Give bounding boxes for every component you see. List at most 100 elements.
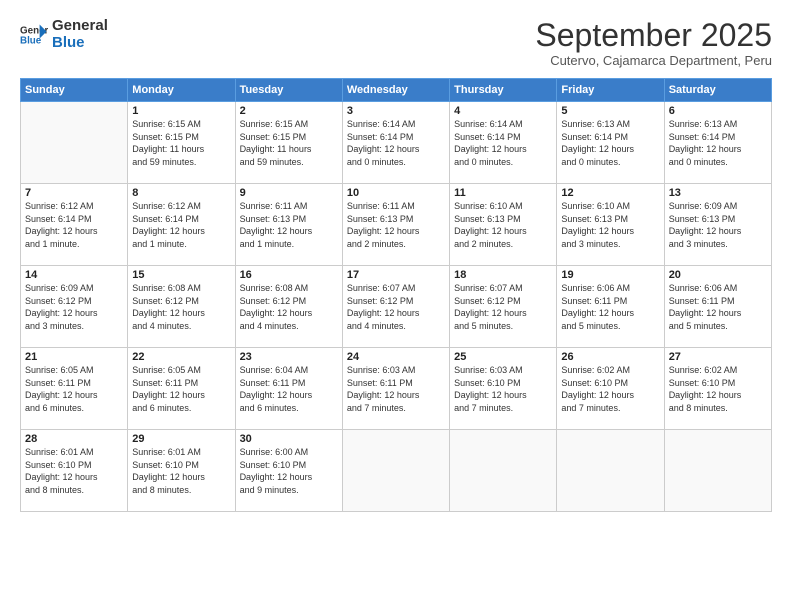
calendar-cell: 7Sunrise: 6:12 AM Sunset: 6:14 PM Daylig… <box>21 184 128 266</box>
calendar-cell: 25Sunrise: 6:03 AM Sunset: 6:10 PM Dayli… <box>450 348 557 430</box>
calendar-table: SundayMondayTuesdayWednesdayThursdayFrid… <box>20 78 772 512</box>
header-cell-wednesday: Wednesday <box>342 79 449 102</box>
day-detail: Sunrise: 6:06 AM Sunset: 6:11 PM Dayligh… <box>669 282 767 332</box>
day-detail: Sunrise: 6:14 AM Sunset: 6:14 PM Dayligh… <box>454 118 552 168</box>
header-cell-monday: Monday <box>128 79 235 102</box>
day-detail: Sunrise: 6:01 AM Sunset: 6:10 PM Dayligh… <box>132 446 230 496</box>
day-detail: Sunrise: 6:13 AM Sunset: 6:14 PM Dayligh… <box>561 118 659 168</box>
day-number: 13 <box>669 187 767 199</box>
calendar-cell: 10Sunrise: 6:11 AM Sunset: 6:13 PM Dayli… <box>342 184 449 266</box>
calendar-body: 1Sunrise: 6:15 AM Sunset: 6:15 PM Daylig… <box>21 102 772 512</box>
day-detail: Sunrise: 6:02 AM Sunset: 6:10 PM Dayligh… <box>561 364 659 414</box>
header-cell-thursday: Thursday <box>450 79 557 102</box>
header-cell-friday: Friday <box>557 79 664 102</box>
day-detail: Sunrise: 6:01 AM Sunset: 6:10 PM Dayligh… <box>25 446 123 496</box>
day-number: 26 <box>561 351 659 363</box>
calendar-week-0: 1Sunrise: 6:15 AM Sunset: 6:15 PM Daylig… <box>21 102 772 184</box>
day-number: 21 <box>25 351 123 363</box>
day-detail: Sunrise: 6:15 AM Sunset: 6:15 PM Dayligh… <box>132 118 230 168</box>
calendar-week-4: 28Sunrise: 6:01 AM Sunset: 6:10 PM Dayli… <box>21 430 772 512</box>
calendar-week-3: 21Sunrise: 6:05 AM Sunset: 6:11 PM Dayli… <box>21 348 772 430</box>
day-number: 8 <box>132 187 230 199</box>
calendar-cell <box>21 102 128 184</box>
day-number: 9 <box>240 187 338 199</box>
calendar-cell: 13Sunrise: 6:09 AM Sunset: 6:13 PM Dayli… <box>664 184 771 266</box>
day-detail: Sunrise: 6:10 AM Sunset: 6:13 PM Dayligh… <box>454 200 552 250</box>
day-detail: Sunrise: 6:07 AM Sunset: 6:12 PM Dayligh… <box>454 282 552 332</box>
calendar-cell: 15Sunrise: 6:08 AM Sunset: 6:12 PM Dayli… <box>128 266 235 348</box>
calendar-cell: 4Sunrise: 6:14 AM Sunset: 6:14 PM Daylig… <box>450 102 557 184</box>
calendar-cell: 6Sunrise: 6:13 AM Sunset: 6:14 PM Daylig… <box>664 102 771 184</box>
day-number: 3 <box>347 105 445 117</box>
day-number: 5 <box>561 105 659 117</box>
day-detail: Sunrise: 6:04 AM Sunset: 6:11 PM Dayligh… <box>240 364 338 414</box>
header-cell-tuesday: Tuesday <box>235 79 342 102</box>
day-number: 29 <box>132 433 230 445</box>
subtitle: Cutervo, Cajamarca Department, Peru <box>535 53 772 68</box>
calendar-cell: 21Sunrise: 6:05 AM Sunset: 6:11 PM Dayli… <box>21 348 128 430</box>
day-number: 23 <box>240 351 338 363</box>
day-detail: Sunrise: 6:09 AM Sunset: 6:13 PM Dayligh… <box>669 200 767 250</box>
calendar-cell: 24Sunrise: 6:03 AM Sunset: 6:11 PM Dayli… <box>342 348 449 430</box>
day-detail: Sunrise: 6:05 AM Sunset: 6:11 PM Dayligh… <box>132 364 230 414</box>
day-number: 12 <box>561 187 659 199</box>
day-detail: Sunrise: 6:15 AM Sunset: 6:15 PM Dayligh… <box>240 118 338 168</box>
day-number: 20 <box>669 269 767 281</box>
header-cell-sunday: Sunday <box>21 79 128 102</box>
svg-text:Blue: Blue <box>20 35 42 46</box>
calendar-cell: 29Sunrise: 6:01 AM Sunset: 6:10 PM Dayli… <box>128 430 235 512</box>
calendar-cell: 14Sunrise: 6:09 AM Sunset: 6:12 PM Dayli… <box>21 266 128 348</box>
day-detail: Sunrise: 6:08 AM Sunset: 6:12 PM Dayligh… <box>240 282 338 332</box>
calendar-header: SundayMondayTuesdayWednesdayThursdayFrid… <box>21 79 772 102</box>
calendar-cell: 19Sunrise: 6:06 AM Sunset: 6:11 PM Dayli… <box>557 266 664 348</box>
calendar-week-1: 7Sunrise: 6:12 AM Sunset: 6:14 PM Daylig… <box>21 184 772 266</box>
day-detail: Sunrise: 6:10 AM Sunset: 6:13 PM Dayligh… <box>561 200 659 250</box>
day-detail: Sunrise: 6:09 AM Sunset: 6:12 PM Dayligh… <box>25 282 123 332</box>
calendar-cell: 27Sunrise: 6:02 AM Sunset: 6:10 PM Dayli… <box>664 348 771 430</box>
calendar-cell: 8Sunrise: 6:12 AM Sunset: 6:14 PM Daylig… <box>128 184 235 266</box>
calendar-cell: 28Sunrise: 6:01 AM Sunset: 6:10 PM Dayli… <box>21 430 128 512</box>
calendar-cell: 9Sunrise: 6:11 AM Sunset: 6:13 PM Daylig… <box>235 184 342 266</box>
calendar-cell <box>450 430 557 512</box>
calendar-cell: 11Sunrise: 6:10 AM Sunset: 6:13 PM Dayli… <box>450 184 557 266</box>
day-number: 22 <box>132 351 230 363</box>
day-detail: Sunrise: 6:03 AM Sunset: 6:11 PM Dayligh… <box>347 364 445 414</box>
calendar-cell: 22Sunrise: 6:05 AM Sunset: 6:11 PM Dayli… <box>128 348 235 430</box>
day-detail: Sunrise: 6:08 AM Sunset: 6:12 PM Dayligh… <box>132 282 230 332</box>
day-number: 6 <box>669 105 767 117</box>
header: General Blue General Blue September 2025… <box>20 18 772 68</box>
day-detail: Sunrise: 6:00 AM Sunset: 6:10 PM Dayligh… <box>240 446 338 496</box>
day-number: 19 <box>561 269 659 281</box>
day-detail: Sunrise: 6:12 AM Sunset: 6:14 PM Dayligh… <box>132 200 230 250</box>
day-detail: Sunrise: 6:14 AM Sunset: 6:14 PM Dayligh… <box>347 118 445 168</box>
calendar-cell: 12Sunrise: 6:10 AM Sunset: 6:13 PM Dayli… <box>557 184 664 266</box>
calendar-cell: 18Sunrise: 6:07 AM Sunset: 6:12 PM Dayli… <box>450 266 557 348</box>
day-number: 14 <box>25 269 123 281</box>
calendar-cell <box>664 430 771 512</box>
calendar-cell: 3Sunrise: 6:14 AM Sunset: 6:14 PM Daylig… <box>342 102 449 184</box>
calendar-cell: 1Sunrise: 6:15 AM Sunset: 6:15 PM Daylig… <box>128 102 235 184</box>
header-cell-saturday: Saturday <box>664 79 771 102</box>
calendar-cell: 30Sunrise: 6:00 AM Sunset: 6:10 PM Dayli… <box>235 430 342 512</box>
day-number: 7 <box>25 187 123 199</box>
day-number: 17 <box>347 269 445 281</box>
day-detail: Sunrise: 6:05 AM Sunset: 6:11 PM Dayligh… <box>25 364 123 414</box>
calendar-cell: 17Sunrise: 6:07 AM Sunset: 6:12 PM Dayli… <box>342 266 449 348</box>
day-number: 4 <box>454 105 552 117</box>
calendar-cell: 5Sunrise: 6:13 AM Sunset: 6:14 PM Daylig… <box>557 102 664 184</box>
calendar-cell: 26Sunrise: 6:02 AM Sunset: 6:10 PM Dayli… <box>557 348 664 430</box>
title-block: September 2025 Cutervo, Cajamarca Depart… <box>535 18 772 68</box>
logo-icon: General Blue <box>20 21 48 49</box>
month-title: September 2025 <box>535 18 772 53</box>
day-detail: Sunrise: 6:07 AM Sunset: 6:12 PM Dayligh… <box>347 282 445 332</box>
day-detail: Sunrise: 6:12 AM Sunset: 6:14 PM Dayligh… <box>25 200 123 250</box>
calendar-cell: 16Sunrise: 6:08 AM Sunset: 6:12 PM Dayli… <box>235 266 342 348</box>
logo: General Blue General Blue <box>20 18 108 51</box>
day-detail: Sunrise: 6:06 AM Sunset: 6:11 PM Dayligh… <box>561 282 659 332</box>
day-number: 16 <box>240 269 338 281</box>
day-detail: Sunrise: 6:03 AM Sunset: 6:10 PM Dayligh… <box>454 364 552 414</box>
day-detail: Sunrise: 6:13 AM Sunset: 6:14 PM Dayligh… <box>669 118 767 168</box>
calendar-cell <box>557 430 664 512</box>
header-row: SundayMondayTuesdayWednesdayThursdayFrid… <box>21 79 772 102</box>
day-detail: Sunrise: 6:02 AM Sunset: 6:10 PM Dayligh… <box>669 364 767 414</box>
